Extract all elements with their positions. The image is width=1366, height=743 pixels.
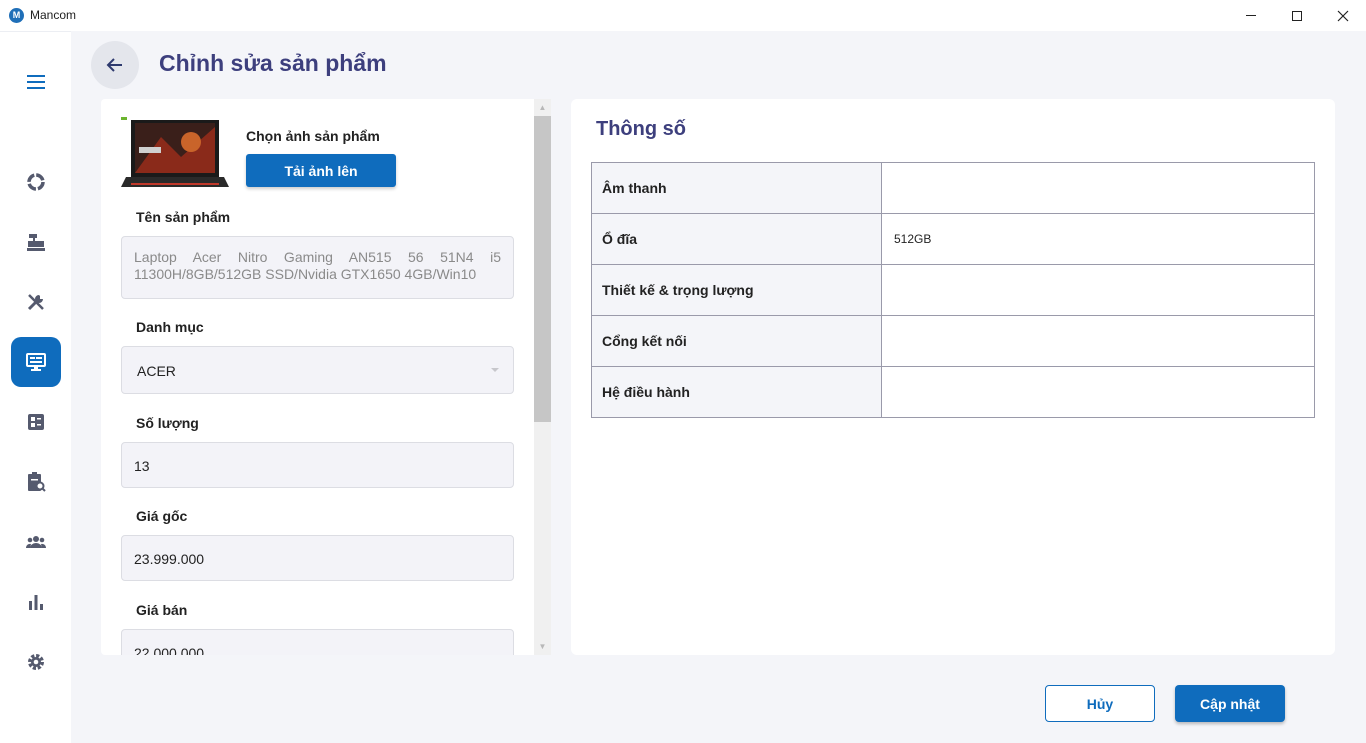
- quantity-value: 13: [134, 458, 150, 474]
- app-logo-icon: M: [9, 8, 24, 23]
- title-bar: M Mancom: [0, 0, 1366, 31]
- table-row: Hệ điều hành: [591, 366, 1315, 418]
- customers-icon: [25, 536, 47, 548]
- sidebar-item-inventory[interactable]: [11, 457, 61, 507]
- menu-icon: [27, 75, 45, 89]
- spec-value-audio[interactable]: [881, 162, 1315, 214]
- cancel-button[interactable]: Hủy: [1045, 685, 1155, 722]
- table-row: Ổ đĩa 512GB: [591, 213, 1315, 265]
- spec-key-audio: Âm thanh: [591, 162, 882, 214]
- table-row: Âm thanh: [591, 162, 1315, 214]
- inventory-search-icon: [28, 472, 46, 492]
- dashboard-icon: [27, 173, 45, 191]
- sale-price-field[interactable]: 22.000.000: [121, 629, 514, 655]
- sale-price-value: 22.000.000: [134, 645, 205, 655]
- cash-register-icon: [27, 234, 45, 251]
- product-image: [121, 117, 231, 191]
- scrollbar-thumb[interactable]: [534, 116, 551, 422]
- spec-value-storage[interactable]: 512GB: [881, 213, 1315, 265]
- maximize-icon: [1292, 10, 1302, 21]
- original-price-value: 23.999.000: [134, 551, 205, 567]
- scroll-down-icon[interactable]: ▼: [534, 638, 551, 655]
- spec-value-design[interactable]: [881, 264, 1315, 316]
- spec-value-ports[interactable]: [881, 315, 1315, 367]
- sidebar: [0, 31, 71, 743]
- spec-key-storage: Ổ đĩa: [591, 213, 882, 265]
- sidebar-item-sales[interactable]: [11, 217, 61, 267]
- settings-icon: [28, 654, 44, 670]
- sidebar-item-categories[interactable]: [11, 397, 61, 447]
- original-price-label: Giá gốc: [136, 508, 188, 524]
- maximize-button[interactable]: [1274, 0, 1320, 31]
- sale-price-label: Giá bán: [136, 602, 188, 618]
- product-name-label: Tên sản phẩm: [136, 209, 231, 225]
- main-content: Chỉnh sửa sản phẩm Chọn ảnh sản phẩm Tải…: [71, 31, 1366, 743]
- specs-table: Âm thanh Ổ đĩa 512GB Thiết kế & trọng lư…: [591, 162, 1315, 418]
- product-monitor-icon: [26, 353, 46, 371]
- quantity-label: Số lượng: [136, 415, 199, 431]
- arrow-left-icon: [106, 58, 122, 72]
- product-form-panel: Chọn ảnh sản phẩm Tải ảnh lên Tên sản ph…: [101, 99, 551, 655]
- specs-panel: Thông số Âm thanh Ổ đĩa 512GB Thiết kế &…: [571, 99, 1335, 655]
- scroll-up-icon[interactable]: ▲: [534, 99, 551, 116]
- category-list-icon: [28, 414, 44, 430]
- upload-image-button[interactable]: Tải ảnh lên: [246, 154, 396, 187]
- back-button[interactable]: [91, 41, 139, 89]
- sidebar-item-products[interactable]: [11, 337, 61, 387]
- spec-key-ports: Cổng kết nối: [591, 315, 882, 367]
- close-button[interactable]: [1320, 0, 1366, 31]
- menu-toggle-button[interactable]: [11, 57, 61, 107]
- sidebar-item-repair[interactable]: [11, 277, 61, 327]
- choose-image-label: Chọn ảnh sản phẩm: [246, 128, 380, 144]
- form-scrollbar[interactable]: ▲ ▼: [534, 99, 551, 655]
- window-title: Mancom: [30, 8, 77, 22]
- category-select[interactable]: ACER: [121, 346, 514, 394]
- chevron-down-icon: [491, 368, 499, 372]
- close-icon: [1337, 10, 1349, 21]
- spec-key-design: Thiết kế & trọng lượng: [591, 264, 882, 316]
- sidebar-item-settings[interactable]: [11, 637, 61, 687]
- original-price-field[interactable]: 23.999.000: [121, 535, 514, 581]
- page-title: Chỉnh sửa sản phẩm: [159, 50, 387, 76]
- minimize-button[interactable]: [1228, 0, 1274, 31]
- table-row: Cổng kết nối: [591, 315, 1315, 367]
- table-row: Thiết kế & trọng lượng: [591, 264, 1315, 316]
- category-value: ACER: [137, 363, 176, 379]
- product-name-field[interactable]: Laptop Acer Nitro Gaming AN515 56 51N4 i…: [121, 236, 514, 299]
- category-label: Danh mục: [136, 319, 204, 335]
- sidebar-item-customers[interactable]: [11, 517, 61, 567]
- quantity-field[interactable]: 13: [121, 442, 514, 488]
- statistics-icon: [29, 595, 43, 610]
- spec-key-os: Hệ điều hành: [591, 366, 882, 418]
- sidebar-item-dashboard[interactable]: [11, 157, 61, 207]
- minimize-icon: [1246, 15, 1256, 16]
- spec-value-os[interactable]: [881, 366, 1315, 418]
- specs-title: Thông số: [596, 118, 686, 140]
- sidebar-item-statistics[interactable]: [11, 577, 61, 627]
- tools-icon: [27, 294, 44, 311]
- update-button[interactable]: Cập nhật: [1175, 685, 1285, 722]
